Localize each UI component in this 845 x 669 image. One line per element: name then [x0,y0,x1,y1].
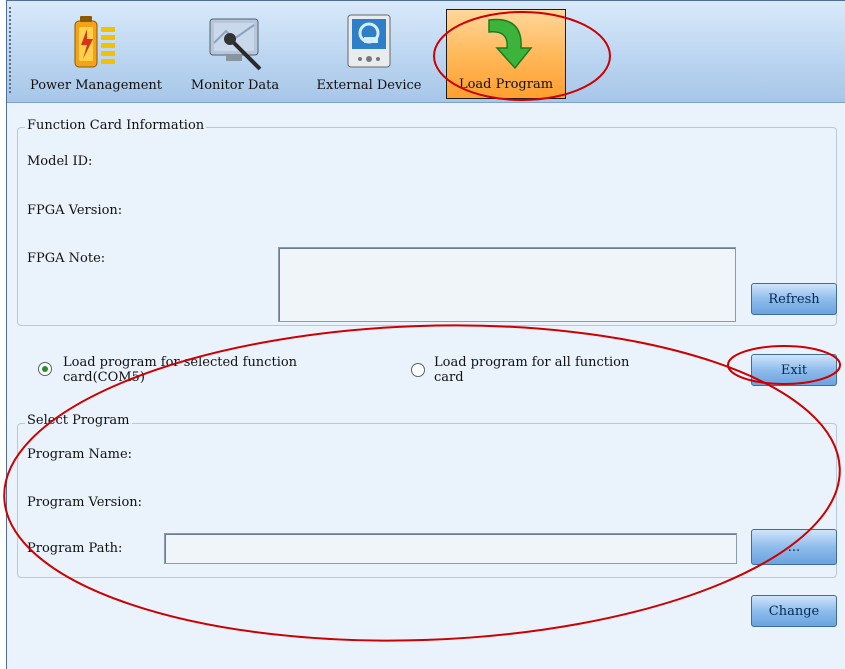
load-arrow-icon [475,14,537,76]
program-name-label: Program Name: [27,447,133,462]
select-program-legend: Select Program [25,413,132,428]
load-selected-label-line1: Load program for selected function [63,355,298,370]
toolbar-grip[interactable] [9,7,13,93]
function-card-info-legend: Function Card Information [25,118,207,133]
tab-label: Monitor Data [190,78,280,93]
toolbar: Power Management Monitor Data External D… [7,1,845,103]
browse-button[interactable]: ... [751,529,837,565]
fpga-note-label: FPGA Note: [27,251,106,266]
monitor-icon [204,13,266,75]
battery-icon [65,13,127,75]
tab-power-management[interactable]: Power Management [23,9,169,99]
fpga-note-field[interactable] [278,247,736,322]
load-selected-label-line2: card(COM5) [63,370,145,385]
tab-load-program[interactable]: Load Program [446,9,566,99]
radio-selected-dot [42,366,48,372]
radio-load-all[interactable] [411,363,425,377]
tab-external-device[interactable]: External Device [301,9,437,99]
tab-label: External Device [316,78,422,93]
radio-load-selected[interactable] [38,362,52,376]
program-path-field[interactable] [164,533,737,564]
device-icon [338,13,400,75]
tab-label: Load Program [458,77,554,92]
program-version-label: Program Version: [27,495,143,510]
change-button[interactable]: Change [751,595,837,627]
load-all-label-line1: Load program for all function [434,355,630,370]
exit-button[interactable]: Exit [751,354,837,386]
load-program-window: Power Management Monitor Data External D… [6,0,845,669]
refresh-button[interactable]: Refresh [751,283,837,315]
tab-monitor-data[interactable]: Monitor Data [175,9,295,99]
tab-label: Power Management [29,78,163,93]
load-all-label-line2: card [434,370,464,385]
program-path-label: Program Path: [27,541,123,556]
fpga-version-label: FPGA Version: [27,203,123,218]
model-id-label: Model ID: [27,154,93,169]
